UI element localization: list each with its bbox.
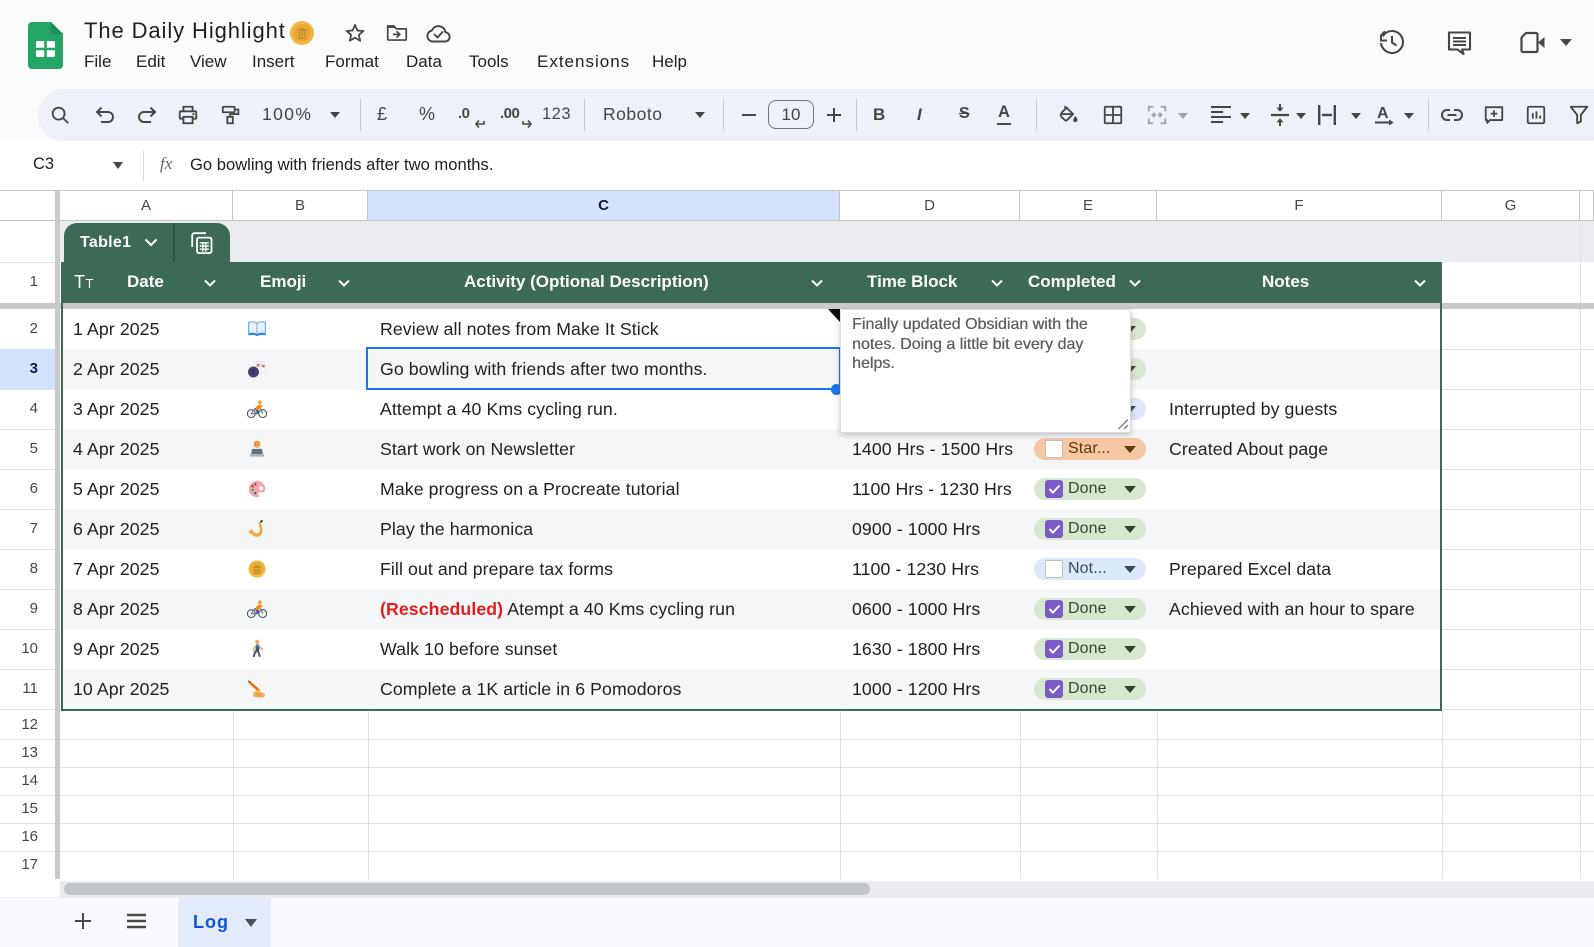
- svg-text:T: T: [74, 272, 85, 292]
- svg-text:T: T: [86, 276, 94, 291]
- svg-text:A: A: [1377, 105, 1389, 122]
